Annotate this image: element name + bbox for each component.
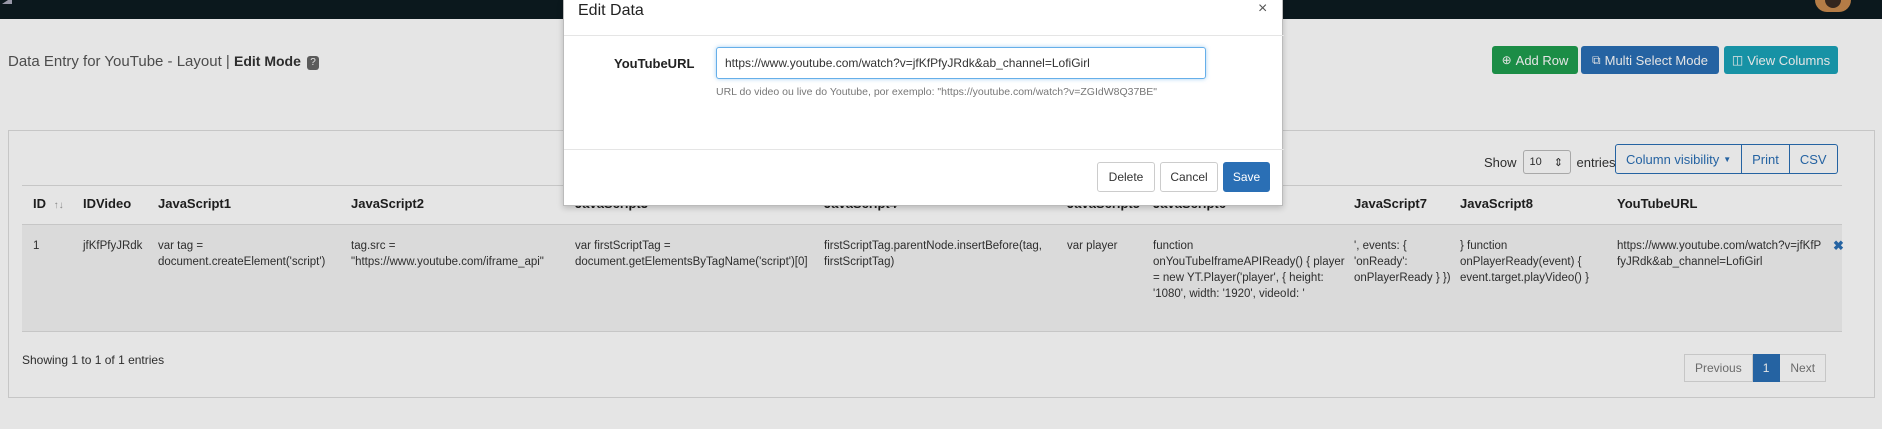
edit-data-modal: Edit Data × YouTubeURL URL do video ou l… [563, 0, 1284, 206]
modal-header-divider [564, 35, 1284, 36]
modal-footer-divider [564, 149, 1284, 150]
close-icon[interactable]: × [1258, 0, 1267, 18]
youtube-url-label: YouTubeURL [614, 56, 695, 71]
youtube-url-input[interactable] [716, 47, 1206, 79]
modal-title: Edit Data [578, 2, 644, 19]
youtube-url-help-text: URL do video ou live do Youtube, por exe… [716, 86, 1158, 98]
delete-button[interactable]: Delete [1097, 162, 1155, 192]
save-button[interactable]: Save [1223, 162, 1270, 192]
cancel-button[interactable]: Cancel [1160, 162, 1218, 192]
